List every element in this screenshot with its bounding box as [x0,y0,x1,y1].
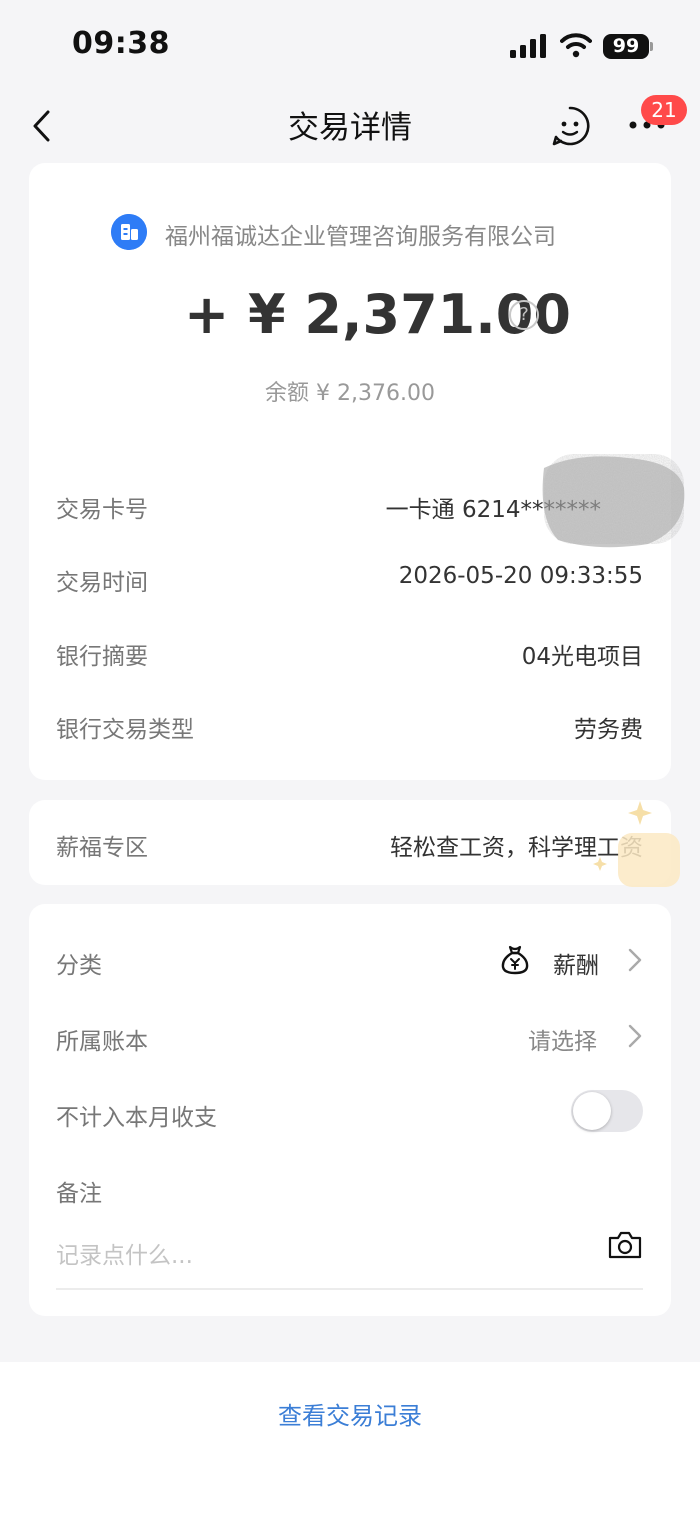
moneybag-icon [501,945,529,975]
merchant-logo-icon [111,214,147,250]
meta-card: 分类 薪酬 所属账本 请选择 不计入本月收支 备注 记录点什么... [29,904,671,1316]
help-icon[interactable]: ? [509,300,539,330]
chat-icon[interactable] [548,104,592,148]
bottom-area: 查看交易记录 [0,1362,700,1515]
exclude-label: 不计入本月收支 [56,1105,217,1131]
note-divider [56,1288,643,1290]
wifi-icon [560,33,592,58]
detail-label: 交易卡号 [56,497,148,523]
notification-badge: 21 [641,95,687,125]
merchant-name: 福州福诚达企业管理咨询服务有限公司 [165,224,556,250]
detail-label: 银行摘要 [56,644,148,670]
battery-indicator: 99 [603,34,649,59]
category-value: 薪酬 [553,953,599,979]
toggle-knob [573,1092,611,1130]
detail-value: 劳务费 [574,717,643,743]
camera-icon[interactable] [607,1230,643,1260]
detail-label: 交易时间 [56,570,148,596]
category-row[interactable]: 分类 薪酬 [56,938,643,984]
amount-row: + ¥ 2,371.00 ? [29,283,671,353]
status-time: 09:38 [72,26,170,61]
detail-value: 04光电项目 [521,644,643,670]
ledger-row[interactable]: 所属账本 请选择 [56,1014,643,1060]
ledger-label: 所属账本 [56,1029,148,1055]
detail-row-type: 银行交易类型 劳务费 [56,710,643,750]
sparkle-coin-icon [593,801,680,887]
exclude-toggle[interactable] [571,1090,643,1132]
nav-bar: 交易详情 21 [0,88,700,160]
salary-zone-card[interactable]: 薪福专区 轻松查工资，科学理工资 [29,800,671,885]
note-label: 备注 [56,1181,102,1207]
balance-text: 余额 ¥ 2,376.00 [265,381,435,406]
chevron-right-icon [628,948,642,972]
detail-row-time: 交易时间 2026-05-20 09:33:55 [56,563,643,603]
detail-row-summary: 银行摘要 04光电项目 [56,637,643,677]
merchant-row: 福州福诚达企业管理咨询服务有限公司 [29,213,671,251]
note-label-row: 备注 [56,1166,643,1212]
chevron-right-icon [628,1024,642,1048]
view-history-link[interactable]: 查看交易记录 [0,1396,700,1431]
redaction-scribble [538,448,688,552]
note-input-row[interactable]: 记录点什么... [56,1228,643,1274]
ledger-value: 请选择 [528,1029,597,1055]
promo-label: 薪福专区 [56,835,148,861]
page-title: 交易详情 [288,110,412,146]
battery-nub [650,42,653,51]
status-bar: 09:38 99 [0,0,700,88]
detail-value: 2026-05-20 09:33:55 [398,563,643,589]
exclude-row: 不计入本月收支 [56,1090,643,1136]
note-input[interactable]: 记录点什么... [56,1236,193,1270]
category-label: 分类 [56,953,102,979]
signal-icon [510,34,546,58]
detail-label: 银行交易类型 [56,717,194,743]
